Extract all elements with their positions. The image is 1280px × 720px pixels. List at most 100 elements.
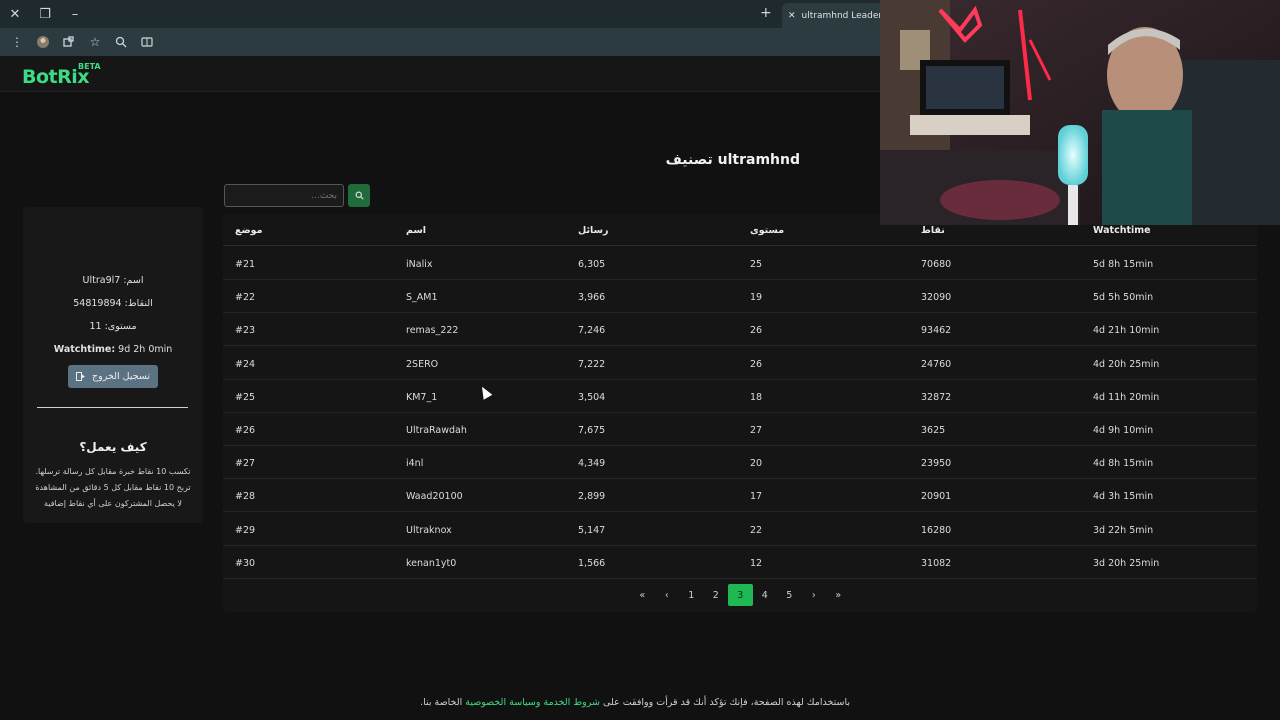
- leaderboard-table: موضع اسم رسائل مستوى نقاط Watchtime #21 i…: [223, 214, 1257, 612]
- profile-watchtime: Watchtime: 9d 2h 0min: [53, 344, 173, 355]
- tab-close-icon[interactable]: ✕: [788, 11, 796, 21]
- footer-notice: باستخدامك لهذه الصفحة، فإنك تؤكد أنك قد …: [420, 697, 850, 708]
- cell-level: 12: [750, 557, 763, 569]
- page-button-2[interactable]: 2: [704, 584, 729, 606]
- cell-watchtime: 4d 11h 20min: [1093, 391, 1160, 403]
- table-row: #30 kenan1yt0 1,566 12 31082 3d 20h 25min: [223, 546, 1257, 579]
- search-zoom-icon[interactable]: [110, 31, 132, 53]
- prev-page-button[interactable]: ‹: [655, 584, 680, 606]
- cell-name: Waad20100: [406, 491, 463, 503]
- cell-watchtime: 4d 3h 15min: [1093, 491, 1154, 503]
- cell-name: i4nl: [406, 458, 424, 470]
- cell-level: 17: [750, 491, 763, 503]
- last-page-button[interactable]: »: [826, 584, 851, 606]
- new-tab-button[interactable]: +: [760, 5, 772, 21]
- window-minimize-button[interactable]: –: [60, 0, 90, 28]
- cell-watchtime: 4d 9h 10min: [1093, 425, 1154, 436]
- table-row: #28 Waad20100 2,899 17 20901 4d 3h 15min: [223, 479, 1257, 513]
- table-row: #21 iNalix 6,305 25 70680 5d 8h 15min: [223, 247, 1257, 280]
- extensions-icon[interactable]: [58, 31, 80, 53]
- page-title: ultramhnd تصنيف: [665, 152, 800, 168]
- cell-watchtime: 3d 20h 25min: [1093, 557, 1160, 569]
- page-button-3[interactable]: 3: [728, 584, 753, 606]
- cell-watchtime: 4d 20h 25min: [1093, 358, 1160, 370]
- cell-points: 32090: [921, 292, 952, 304]
- header-points[interactable]: نقاط: [921, 225, 945, 236]
- cell-messages: 1,566: [578, 557, 606, 569]
- cell-points: 31082: [921, 557, 952, 569]
- terms-privacy-link[interactable]: شروط الخدمة وسياسة الخصوصية: [465, 697, 600, 708]
- cell-points: 93462: [921, 325, 952, 337]
- cell-messages: 5,147: [578, 524, 606, 536]
- header-name[interactable]: اسم: [406, 225, 426, 236]
- bookmark-star-icon[interactable]: ☆: [84, 31, 106, 53]
- logout-button[interactable]: تسجيل الخروج: [68, 365, 158, 388]
- window-close-button[interactable]: ✕: [0, 0, 30, 28]
- cell-level: 22: [750, 524, 763, 536]
- cell-watchtime: 4d 21h 10min: [1093, 325, 1160, 337]
- how-it-works-line: لا يحصل المشتركون على أي نقاط إضافية: [44, 499, 182, 508]
- cell-watchtime: 3d 22h 5min: [1093, 524, 1154, 536]
- cell-points: 3625: [921, 425, 946, 436]
- pagination: « ‹ 1 2 3 4 5 › »: [630, 584, 851, 606]
- extension-avatar-icon[interactable]: [32, 31, 54, 53]
- table-row: #24 2SERO 7,222 26 24760 4d 20h 25min: [223, 347, 1257, 380]
- page-button-4[interactable]: 4: [753, 584, 778, 606]
- table-row: #23 remas_222 7,246 26 93462 4d 21h 10min: [223, 313, 1257, 347]
- cell-position: #25: [235, 391, 256, 403]
- cell-points: 32872: [921, 391, 952, 403]
- cell-position: #23: [235, 325, 256, 337]
- search-input[interactable]: [224, 184, 344, 207]
- tab-title: ultramhnd LeaderBoard: [801, 10, 880, 21]
- menu-icon[interactable]: ⋮: [6, 31, 28, 53]
- cell-messages: 3,504: [578, 391, 606, 403]
- profile-sidebar: اسم: Ultra9l7 النقاط: 54819894 مستوى: 11…: [23, 207, 203, 523]
- search-button[interactable]: [348, 184, 370, 207]
- page-button-5[interactable]: 5: [777, 584, 802, 606]
- how-it-works-line: تكسب 10 نقاط خبرة مقابل كل رسالة ترسلها.: [35, 467, 191, 476]
- sidebar-divider: [37, 407, 188, 408]
- cell-name: iNalix: [406, 259, 433, 270]
- cell-messages: 7,675: [578, 425, 606, 436]
- cell-position: #22: [235, 292, 256, 304]
- cell-position: #28: [235, 491, 256, 503]
- first-page-button[interactable]: «: [630, 584, 655, 606]
- header-position[interactable]: موضع: [235, 225, 263, 236]
- cell-name: kenan1yt0: [406, 557, 457, 569]
- profile-name: اسم: Ultra9l7: [82, 275, 144, 286]
- cell-level: 18: [750, 391, 763, 403]
- cell-name: remas_222: [406, 325, 459, 337]
- cell-name: KM7_1: [406, 391, 438, 403]
- cell-position: #21: [235, 259, 256, 270]
- window-restore-button[interactable]: ❐: [30, 0, 60, 28]
- cell-points: 70680: [921, 259, 952, 270]
- cell-position: #29: [235, 524, 256, 536]
- cell-level: 25: [750, 259, 763, 270]
- cell-position: #27: [235, 458, 256, 470]
- cell-points: 20901: [921, 491, 952, 503]
- page-button-1[interactable]: 1: [679, 584, 704, 606]
- header-messages[interactable]: رسائل: [578, 225, 608, 236]
- cell-watchtime: 5d 8h 15min: [1093, 259, 1154, 270]
- cell-level: 27: [750, 425, 763, 436]
- cell-messages: 4,349: [578, 458, 606, 470]
- cell-messages: 7,222: [578, 358, 606, 370]
- translate-icon[interactable]: [136, 31, 158, 53]
- header-watchtime[interactable]: Watchtime: [1093, 225, 1151, 236]
- table-row: #25 KM7_1 3,504 18 32872 4d 11h 20min: [223, 380, 1257, 413]
- cell-level: 20: [750, 458, 763, 470]
- cell-name: S_AM1: [406, 292, 438, 304]
- cell-name: Ultraknox: [406, 524, 452, 536]
- cell-messages: 6,305: [578, 259, 606, 270]
- browser-tab[interactable]: ✕ ultramhnd LeaderBoard: [782, 3, 880, 28]
- table-row: #22 S_AM1 3,966 19 32090 5d 5h 50min: [223, 280, 1257, 314]
- next-page-button[interactable]: ›: [802, 584, 827, 606]
- cell-points: 24760: [921, 358, 952, 370]
- cell-messages: 2,899: [578, 491, 606, 503]
- search-bar: [224, 184, 370, 207]
- cell-watchtime: 4d 8h 15min: [1093, 458, 1154, 470]
- header-level[interactable]: مستوى: [750, 225, 784, 236]
- table-row: #29 Ultraknox 5,147 22 16280 3d 22h 5min: [223, 513, 1257, 546]
- cell-watchtime: 5d 5h 50min: [1093, 292, 1154, 304]
- cell-position: #24: [235, 358, 256, 370]
